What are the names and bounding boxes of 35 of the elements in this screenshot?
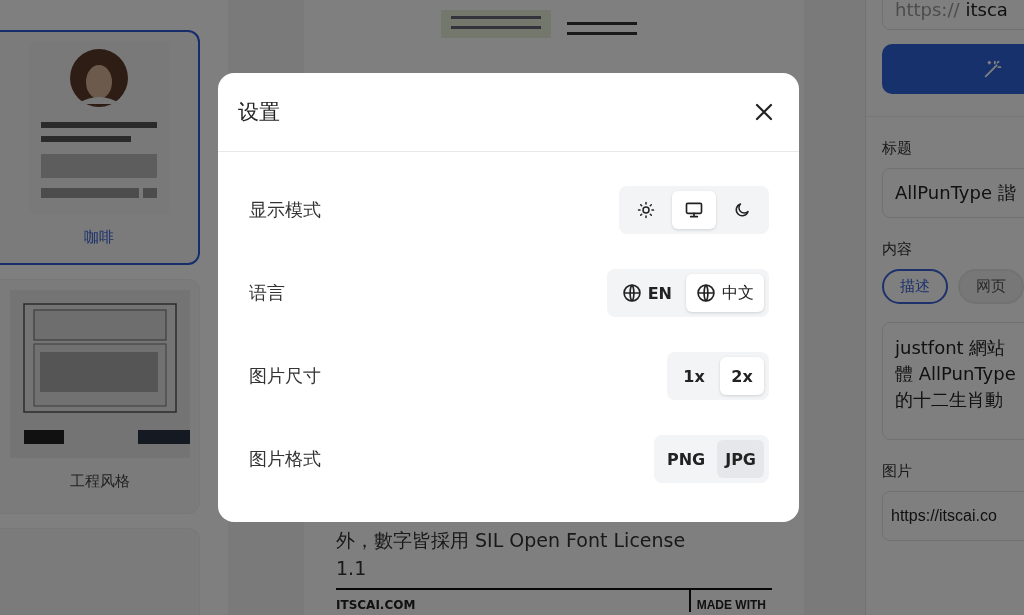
globe-icon [696,283,716,303]
image-url-field[interactable]: https://itscai.co [882,491,1024,541]
setting-label: 图片格式 [249,447,321,471]
template-card[interactable]: 工程风格 [0,279,200,514]
magic-wand-icon [982,58,1004,80]
segment-option[interactable]: 2x [720,357,764,395]
preview-text: 外，數字皆採用 SIL Open Font License [336,528,687,553]
segment-option[interactable]: EN [611,274,682,312]
globe-icon [621,283,642,303]
dialog-title: 设置 [238,99,280,126]
sun-icon [637,201,655,219]
template-label: 工程风格 [69,472,130,491]
site-name: ITSCAI.COM [336,597,417,612]
monitor-icon [684,200,704,220]
setting-label: 语言 [249,281,285,305]
content-field[interactable]: justfont 網站 體 AllPunType 的十二生肖動 [882,322,1024,440]
moon-icon [733,201,751,219]
field-label: 标题 [882,139,913,158]
content-tab[interactable]: 网页 [958,269,1024,304]
made-with-text: MADE WITH [688,590,772,612]
setting-label: 显示模式 [249,198,321,222]
close-icon [755,103,773,121]
content-tab[interactable]: 描述 [882,269,948,304]
field-label: 图片 [882,462,913,481]
field-label: 内容 [882,240,913,259]
setting-label: 图片尺寸 [249,364,321,388]
segment-option[interactable]: 中文 [686,274,764,312]
preview-text: 1.1 [336,556,368,581]
title-field[interactable]: AllPunType 諧 [882,168,1024,218]
template-card[interactable]: 咖啡 [0,30,200,265]
segment-option[interactable]: PNG [658,440,714,478]
segment-option[interactable]: 1x [672,357,716,395]
template-label: 咖啡 [84,228,114,247]
segment-option[interactable]: JPG [717,440,764,478]
segment-option[interactable] [672,191,716,229]
